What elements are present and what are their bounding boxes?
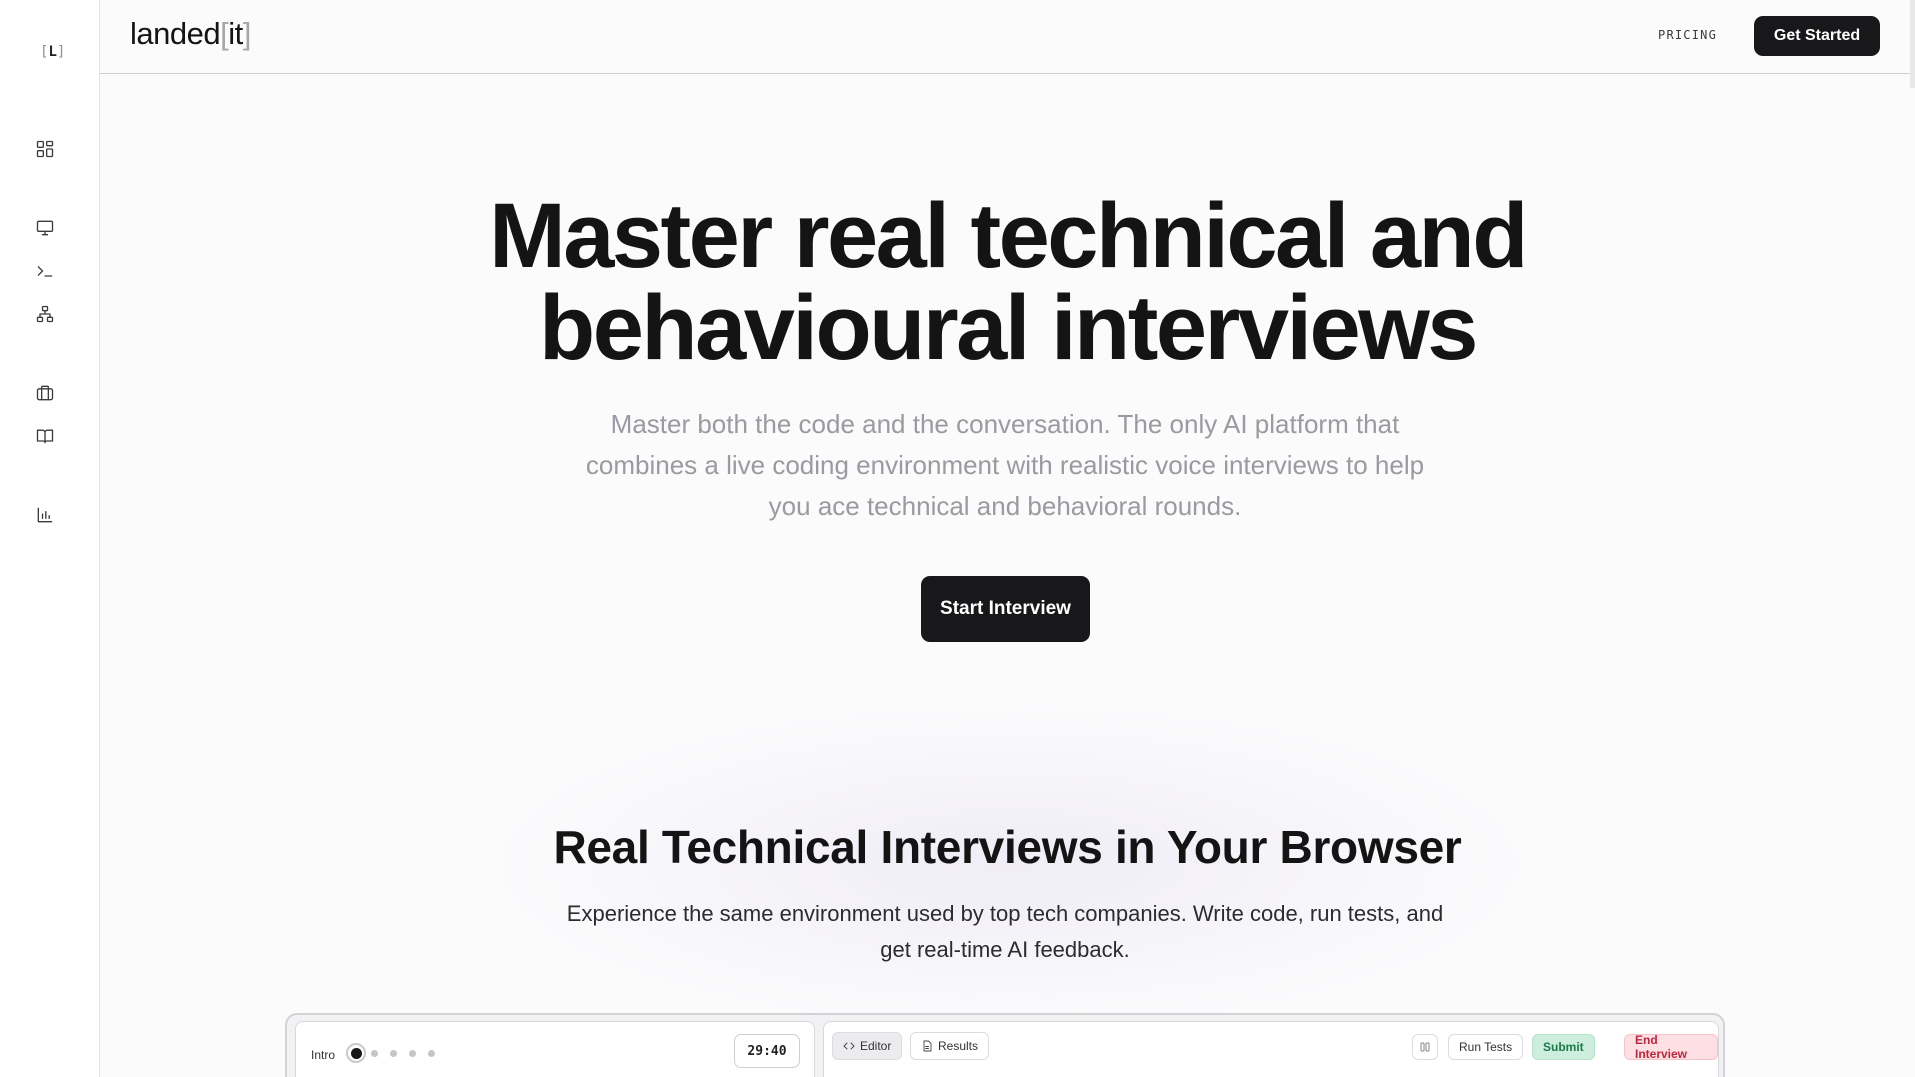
stage-dot[interactable] [409,1050,416,1057]
hero-subtitle: Master both the code and the conversatio… [585,409,1425,521]
stage-dot-active[interactable] [346,1043,366,1063]
end-interview-button[interactable]: End Interview [1624,1033,1718,1061]
tab-editor[interactable]: Editor [832,1032,903,1060]
tab-editor-label: Editor [860,1039,892,1053]
briefcase-icon[interactable] [33,381,57,405]
network-icon[interactable] [33,302,57,326]
stage-label: Intro [311,1048,336,1062]
tab-results-label: Results [938,1039,979,1053]
logo-close-bracket: ] [56,44,66,60]
pricing-link[interactable]: PRICING [1658,28,1717,42]
interview-preview: Intro 29:40 Editor Results Run Tests Sub… [285,1013,1725,1077]
stage-panel: Intro 29:40 [295,1021,815,1077]
brand-close-bracket: ] [242,16,252,51]
hero-title-line-1: Master real technical and [489,185,1528,287]
hero-title-line-2: behavioural interviews [539,277,1478,379]
stage-dot[interactable] [371,1050,378,1057]
code-icon [843,1042,855,1050]
monitor-icon[interactable] [33,216,57,240]
document-icon [923,1040,932,1052]
section-subtitle: Experience the same environment used by … [566,901,1444,962]
tab-results[interactable]: Results [910,1032,990,1060]
columns-icon [1420,1042,1430,1052]
get-started-button[interactable]: Get Started [1754,16,1880,56]
dashboard-icon[interactable] [33,137,57,161]
book-icon[interactable] [33,424,57,448]
run-tests-button[interactable]: Run Tests [1448,1034,1524,1060]
split-view-button[interactable] [1412,1034,1438,1060]
chart-icon[interactable] [33,503,57,527]
brand-logo[interactable]: landed[it] [130,16,251,52]
hero-title: Master real technical and behavioural in… [100,190,1915,374]
interview-timer: 29:40 [734,1034,800,1068]
top-header: landed[it] PRICING Get Started [100,0,1915,74]
section-title: Real Technical Interviews in Your Browse… [553,821,1462,873]
editor-panel: Editor Results Run Tests Submit End Inte… [823,1021,1719,1077]
sidebar-logo[interactable]: [L] [40,44,65,60]
scrollbar[interactable] [1910,0,1915,88]
stage-dot[interactable] [428,1050,435,1057]
terminal-icon[interactable] [33,259,57,283]
brand-inner: it [228,16,243,51]
start-interview-button[interactable]: Start Interview [921,576,1090,642]
brand-open-bracket: [ [220,16,229,51]
sidebar: [L] [0,0,100,1077]
stage-dot[interactable] [390,1050,397,1057]
logo-letter: L [48,44,57,60]
brand-word: landed [130,16,221,51]
submit-button[interactable]: Submit [1532,1034,1595,1060]
